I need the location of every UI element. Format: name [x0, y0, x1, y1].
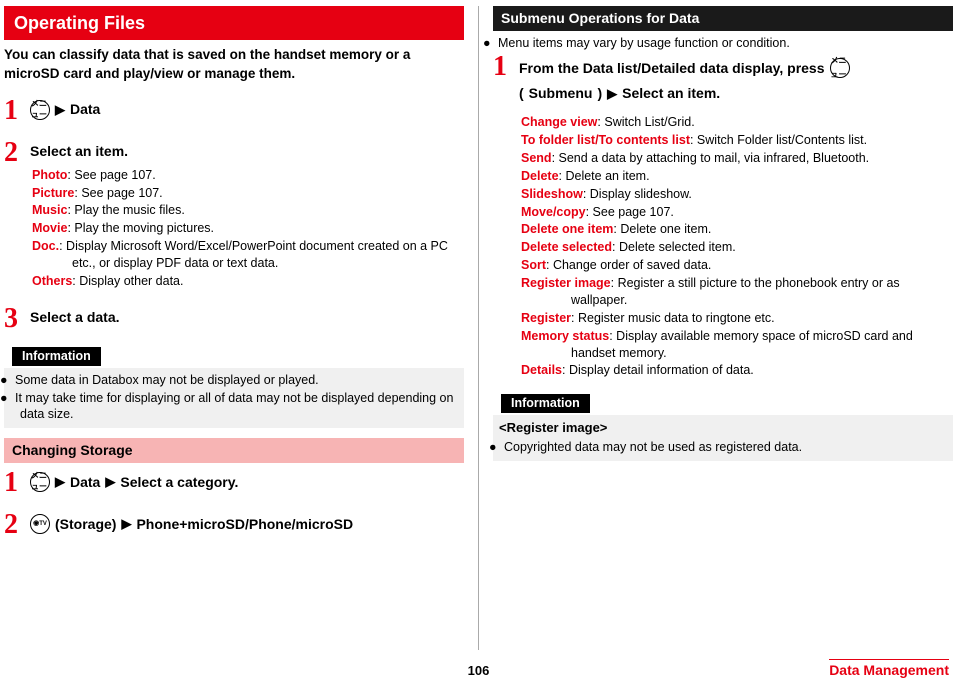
submenu-label: Submenu — [529, 81, 593, 106]
step-number: 2 — [4, 139, 22, 291]
right-column: Submenu Operations for Data ●Menu items … — [493, 6, 953, 650]
register-image-heading: <Register image> — [499, 419, 947, 437]
information-block-right: Information <Register image> ●Copyrighte… — [493, 394, 953, 460]
step-title: Select a data. — [30, 308, 464, 327]
def-item-music: Music: Play the music files. — [32, 202, 464, 219]
changing-storage-header: Changing Storage — [4, 438, 464, 463]
nav-target: Phone+microSD/Phone/microSD — [136, 515, 353, 534]
info-bullet: ●Copyrighted data may not be used as reg… — [499, 439, 947, 456]
step-number: 1 — [493, 53, 511, 381]
paren-open: ( — [519, 81, 524, 106]
menu-icon-button: メニュー — [30, 100, 50, 120]
left-column: Operating Files You can classify data th… — [4, 6, 464, 650]
storage-label: (Storage) — [55, 515, 116, 534]
def-item: Details: Display detail information of d… — [521, 362, 953, 379]
nav-target: Data — [70, 473, 100, 492]
submenu-operations-header: Submenu Operations for Data — [493, 6, 953, 31]
def-item: To folder list/To contents list: Switch … — [521, 132, 953, 149]
def-item: Slideshow: Display slideshow. — [521, 186, 953, 203]
def-item: Delete one item: Delete one item. — [521, 221, 953, 238]
operating-files-header: Operating Files — [4, 6, 464, 40]
arrow-icon: ▶ — [121, 515, 131, 533]
submenu-def-list: Change view: Switch List/Grid. To folder… — [521, 114, 953, 379]
step-2: 2 Select an item. Photo: See page 107. P… — [4, 139, 464, 291]
information-body: <Register image> ●Copyrighted data may n… — [493, 415, 953, 460]
storage-step-1: 1 メニュー ▶ Data ▶ Select a category. — [4, 469, 464, 497]
tv-icon-button: ◉TV — [30, 514, 50, 534]
step-text: From the Data list/Detailed data display… — [519, 56, 825, 81]
page-number: 106 — [468, 662, 490, 680]
nav-target: Select a category. — [120, 473, 238, 492]
arrow-icon: ▶ — [607, 82, 617, 105]
def-item: Delete: Delete an item. — [521, 168, 953, 185]
intro-text: You can classify data that is saved on t… — [4, 46, 464, 82]
information-body: ●Some data in Databox may not be display… — [4, 368, 464, 429]
def-item: Delete selected: Delete selected item. — [521, 239, 953, 256]
def-item: Move/copy: See page 107. — [521, 204, 953, 221]
step-number: 1 — [4, 469, 22, 497]
step-title: Select an item. — [30, 142, 464, 161]
definition-list: Photo: See page 107. Picture: See page 1… — [32, 167, 464, 290]
def-item-photo: Photo: See page 107. — [32, 167, 464, 184]
step-number: 2 — [4, 511, 22, 539]
information-label: Information — [501, 394, 590, 413]
submenu-step-1: 1 From the Data list/Detailed data displ… — [493, 53, 953, 381]
section-name: Data Management — [829, 659, 949, 680]
step-number: 1 — [4, 97, 22, 125]
nav-target: Select an item. — [622, 81, 720, 106]
arrow-icon: ▶ — [105, 473, 115, 491]
menu-icon-button: メニュー — [830, 58, 850, 78]
def-item-others: Others: Display other data. — [32, 273, 464, 290]
step-1: 1 メニュー ▶ Data — [4, 97, 464, 125]
def-item-movie: Movie: Play the moving pictures. — [32, 220, 464, 237]
def-item-picture: Picture: See page 107. — [32, 185, 464, 202]
arrow-icon: ▶ — [55, 473, 65, 491]
step-number: 3 — [4, 305, 22, 333]
page: Operating Files You can classify data th… — [0, 0, 957, 650]
paren-close: ) — [597, 81, 602, 106]
def-item: Change view: Switch List/Grid. — [521, 114, 953, 131]
storage-step-2: 2 ◉TV (Storage) ▶ Phone+microSD/Phone/mi… — [4, 511, 464, 539]
def-item: Register: Register music data to rington… — [521, 310, 953, 327]
arrow-icon: ▶ — [55, 101, 65, 119]
def-item: Register image: Register a still picture… — [521, 275, 953, 309]
column-separator — [478, 6, 479, 650]
submenu-note: ●Menu items may vary by usage function o… — [493, 35, 953, 52]
information-label: Information — [12, 347, 101, 366]
page-footer: 106 Data Management — [0, 655, 957, 688]
info-bullet: ●Some data in Databox may not be display… — [10, 372, 458, 389]
information-block: Information ●Some data in Databox may no… — [4, 347, 464, 429]
step-3: 3 Select a data. — [4, 305, 464, 333]
def-item-doc: Doc.: Display Microsoft Word/Excel/Power… — [32, 238, 464, 272]
def-item: Memory status: Display available memory … — [521, 328, 953, 362]
info-bullet: ●It may take time for displaying or all … — [10, 390, 458, 424]
def-item: Sort: Change order of saved data. — [521, 257, 953, 274]
menu-icon-button: メニュー — [30, 472, 50, 492]
def-item: Send: Send a data by attaching to mail, … — [521, 150, 953, 167]
nav-target: Data — [70, 100, 100, 119]
